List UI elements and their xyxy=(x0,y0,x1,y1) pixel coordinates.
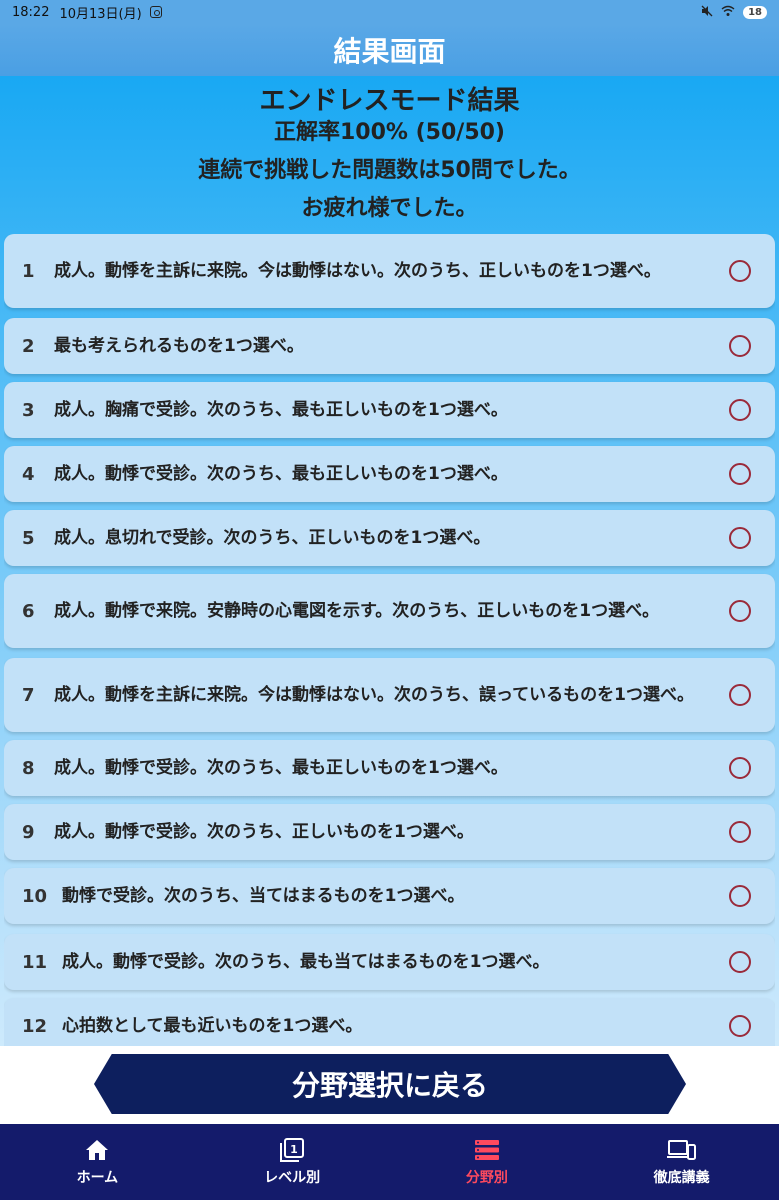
result-list[interactable]: 1 成人。動悸を主訴に来院。今は動悸はない。次のうち、正しいものを1つ選べ。 2… xyxy=(4,234,775,1046)
result-number: 10 xyxy=(22,885,48,907)
tab-label: レベル別 xyxy=(264,1170,321,1186)
result-number: 4 xyxy=(22,463,35,485)
result-item[interactable]: 5 成人。息切れで受診。次のうち、正しいものを1つ選べ。 xyxy=(4,510,775,566)
back-to-category-button[interactable]: 分野選択に戻る xyxy=(94,1054,686,1114)
result-question: 成人。動悸で来院。安静時の心電図を示す。次のうち、正しいものを1つ選べ。 xyxy=(54,600,660,621)
result-number: 1 xyxy=(22,260,35,282)
correct-circle-icon xyxy=(729,951,751,973)
result-question: 成人。息切れで受診。次のうち、正しいものを1つ選べ。 xyxy=(54,527,491,548)
camera-icon xyxy=(149,6,162,18)
tab-level[interactable]: 1 レベル別 xyxy=(195,1124,390,1200)
page-title: 結果画面 xyxy=(0,24,779,76)
result-question: 動悸で受診。次のうち、当てはまるものを1つ選べ。 xyxy=(62,885,465,906)
question-count-text: 連続で挑戦した問題数は50問でした。 xyxy=(198,158,581,183)
result-question: 最も考えられるものを1つ選べ。 xyxy=(54,335,304,356)
result-item[interactable]: 6 成人。動悸で来院。安静時の心電図を示す。次のうち、正しいものを1つ選べ。 xyxy=(4,574,775,648)
status-time: 18:22 xyxy=(12,4,50,20)
status-bar: 18:22 10月13日(月) 18 xyxy=(0,0,779,24)
result-question: 心拍数として最も近いものを1つ選べ。 xyxy=(62,1015,363,1036)
level-icon: 1 xyxy=(279,1137,305,1163)
tab-lecture[interactable]: 徹底講義 xyxy=(584,1124,779,1200)
correct-circle-icon xyxy=(729,821,751,843)
result-number: 6 xyxy=(22,600,35,622)
correct-circle-icon xyxy=(729,335,751,357)
correct-circle-icon xyxy=(729,399,751,421)
home-icon xyxy=(85,1137,109,1163)
status-date: 10月13日(月) xyxy=(59,6,142,22)
mute-icon xyxy=(701,5,713,20)
result-number: 11 xyxy=(22,951,48,973)
correct-circle-icon xyxy=(729,757,751,779)
tab-label: 分野別 xyxy=(465,1170,508,1186)
result-number: 2 xyxy=(22,335,35,357)
bottom-tab-bar: ホーム 1 レベル別 分野別 徹底講義 xyxy=(0,1124,779,1200)
result-question: 成人。動悸で受診。次のうち、正しいものを1つ選べ。 xyxy=(54,821,474,842)
tab-home[interactable]: ホーム xyxy=(0,1124,195,1200)
result-item[interactable]: 2 最も考えられるものを1つ選べ。 xyxy=(4,318,775,374)
result-summary: エンドレスモード結果 正解率100% (50/50) 連続で挑戦した問題数は50… xyxy=(0,76,779,228)
result-question: 成人。動悸で受診。次のうち、最も当てはまるものを1つ選べ。 xyxy=(62,951,550,972)
result-number: 12 xyxy=(22,1015,48,1037)
message-text: お疲れ様でした。 xyxy=(301,196,478,221)
correct-circle-icon xyxy=(729,463,751,485)
wifi-icon xyxy=(721,5,735,20)
correct-circle-icon xyxy=(729,600,751,622)
lecture-icon xyxy=(666,1137,697,1163)
svg-text:1: 1 xyxy=(290,1143,298,1156)
result-item[interactable]: 9 成人。動悸で受診。次のうち、正しいものを1つ選べ。 xyxy=(4,804,775,860)
result-item[interactable]: 7 成人。動悸を主訴に来院。今は動悸はない。次のうち、誤っているものを1つ選べ。 xyxy=(4,658,775,732)
tab-category[interactable]: 分野別 xyxy=(390,1124,585,1200)
result-number: 7 xyxy=(22,684,35,706)
correct-circle-icon xyxy=(729,684,751,706)
result-question: 成人。動悸を主訴に来院。今は動悸はない。次のうち、正しいものを1つ選べ。 xyxy=(54,260,661,281)
tab-label: 徹底講義 xyxy=(653,1170,710,1186)
result-item[interactable]: 11 成人。動悸で受診。次のうち、最も当てはまるものを1つ選べ。 xyxy=(4,934,775,990)
summary-heading: エンドレスモード結果 xyxy=(259,86,520,116)
result-question: 成人。動悸を主訴に来院。今は動悸はない。次のうち、誤っているものを1つ選べ。 xyxy=(54,684,694,705)
result-item[interactable]: 4 成人。動悸で受診。次のうち、最も正しいものを1つ選べ。 xyxy=(4,446,775,502)
result-question: 成人。胸痛で受診。次のうち、最も正しいものを1つ選べ。 xyxy=(54,399,508,420)
correct-circle-icon xyxy=(729,1015,751,1037)
category-icon xyxy=(474,1137,500,1163)
result-number: 8 xyxy=(22,757,35,779)
tab-label: ホーム xyxy=(76,1170,119,1186)
result-number: 9 xyxy=(22,821,35,843)
result-question: 成人。動悸で受診。次のうち、最も正しいものを1つ選べ。 xyxy=(54,463,508,484)
result-question: 成人。動悸で受診。次のうち、最も正しいものを1つ選べ。 xyxy=(54,757,508,778)
result-item[interactable]: 12 心拍数として最も近いものを1つ選べ。 xyxy=(4,998,775,1046)
result-number: 5 xyxy=(22,527,35,549)
result-item[interactable]: 3 成人。胸痛で受診。次のうち、最も正しいものを1つ選べ。 xyxy=(4,382,775,438)
correct-circle-icon xyxy=(729,885,751,907)
correct-circle-icon xyxy=(729,527,751,549)
result-item[interactable]: 8 成人。動悸で受診。次のうち、最も正しいものを1つ選べ。 xyxy=(4,740,775,796)
accuracy-text: 正解率100% (50/50) xyxy=(273,120,505,145)
result-item[interactable]: 1 成人。動悸を主訴に来院。今は動悸はない。次のうち、正しいものを1つ選べ。 xyxy=(4,234,775,308)
correct-circle-icon xyxy=(729,260,751,282)
result-item[interactable]: 10 動悸で受診。次のうち、当てはまるものを1つ選べ。 xyxy=(4,868,775,924)
result-number: 3 xyxy=(22,399,35,421)
battery-badge: 18 xyxy=(743,5,767,19)
